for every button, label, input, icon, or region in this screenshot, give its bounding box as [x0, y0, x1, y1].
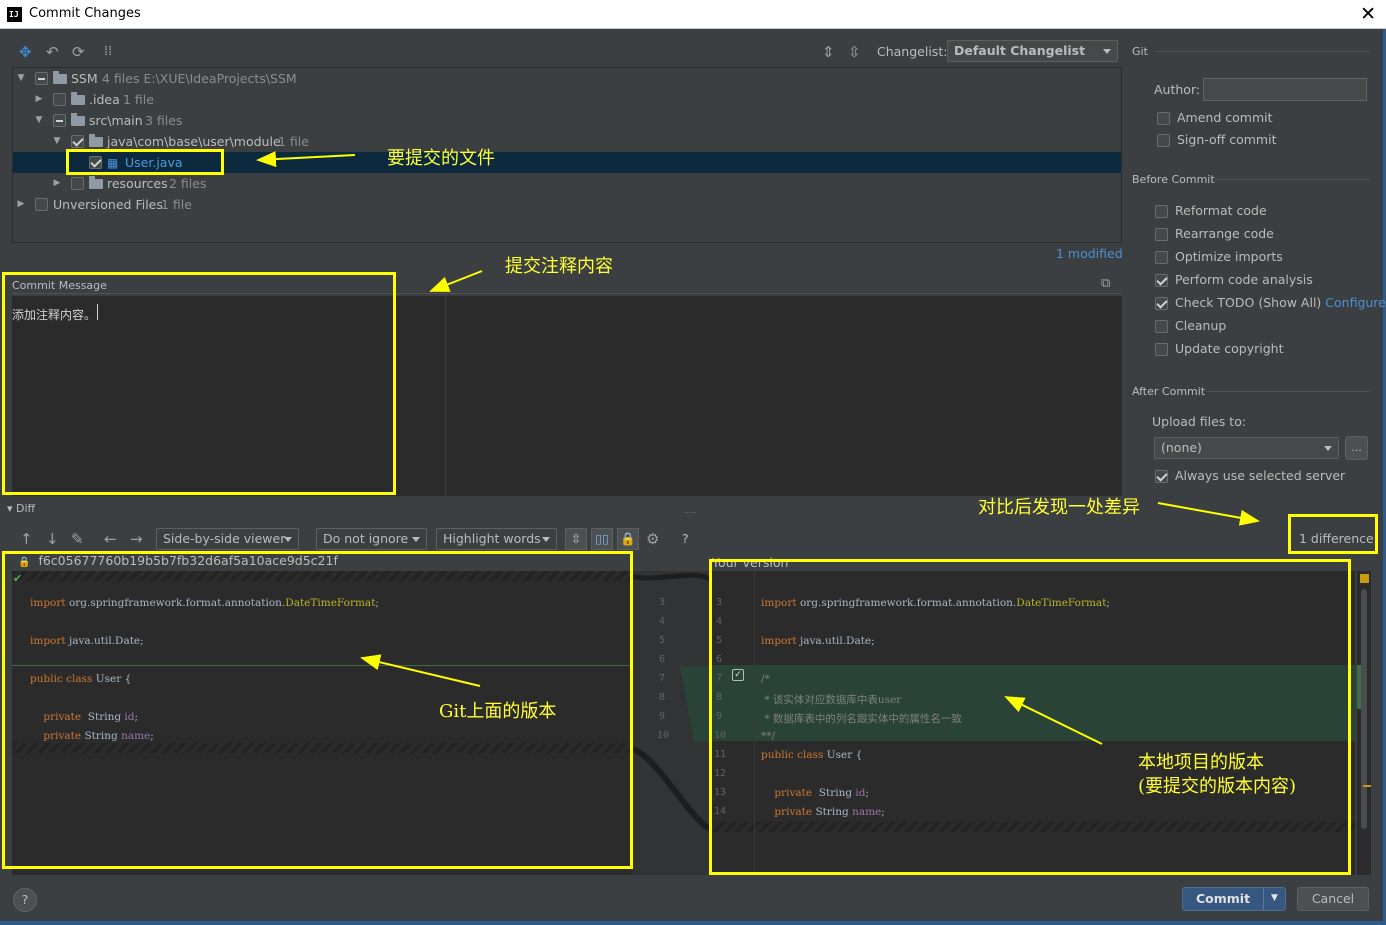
annotation-diff-note: 对比后发现一处差异 — [978, 497, 1140, 518]
annotation-local-version-note-2: (要提交的版本内容) — [1138, 776, 1297, 797]
annotation-message-note: 提交注释内容 — [505, 256, 613, 277]
annotation-files-note: 要提交的文件 — [387, 148, 495, 169]
annotation-local-version-note: 本地项目的版本 — [1138, 752, 1264, 773]
annotation-git-version-note: Git上面的版本 — [439, 701, 557, 722]
